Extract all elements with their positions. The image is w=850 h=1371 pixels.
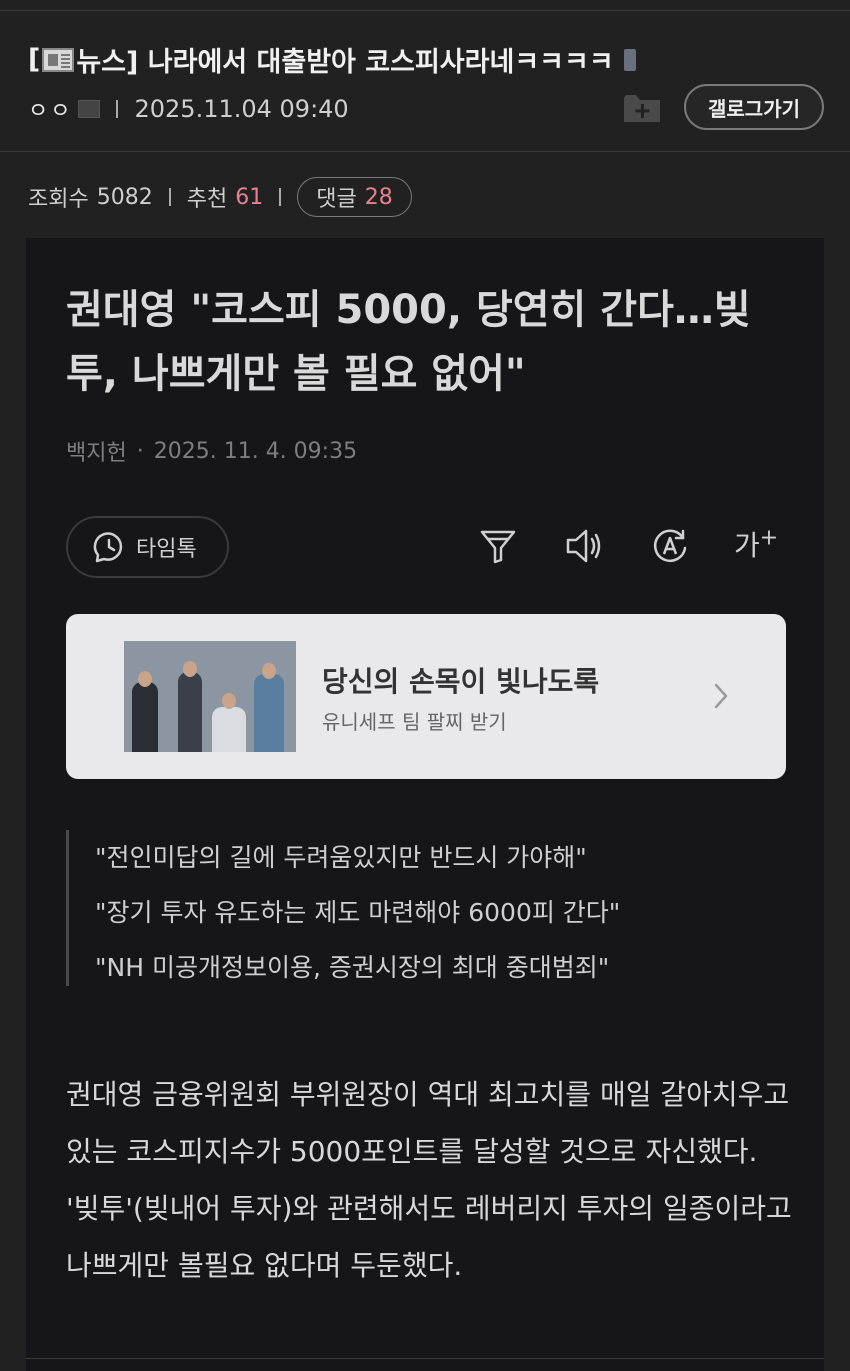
clock-icon [93, 532, 123, 563]
author-badge-icon [78, 100, 101, 118]
reporter-name: 백지헌 [66, 441, 127, 466]
font-size-label: 가 [734, 529, 760, 562]
phone-icon [623, 48, 636, 71]
article-headline: 권대영 "코스피 5000, 당연히 간다…빚투, 나쁘게만 볼 필요 없어" [66, 287, 751, 397]
folder-plus-icon[interactable] [622, 92, 662, 124]
comments-count: 28 [364, 184, 393, 210]
promo-title: 당신의 손목이 빛나도록 [322, 665, 600, 698]
timetalk-label: 타임톡 [136, 537, 197, 562]
chevron-right-icon [714, 683, 728, 709]
article-screenshot: 권대영 "코스피 5000, 당연히 간다…빚투, 나쁘게만 볼 필요 없어" … [26, 238, 824, 1371]
comments-label: 댓글 [316, 187, 357, 212]
gallog-button[interactable]: 갤로그가기 [684, 84, 824, 130]
quote-line: "전인미답의 길에 두려움있지만 반드시 가야해" [95, 843, 587, 872]
promo-banner[interactable]: 당신의 손목이 빛나도록 유니세프 팀 팔찌 받기 [66, 614, 786, 779]
article-byline: 백지헌 · 2025. 11. 4. 09:35 [66, 435, 357, 467]
timetalk-button[interactable]: 타임톡 [66, 516, 229, 578]
title-text: 뉴스] 나라에서 대출받아 코스피사라네ㅋㅋㅋㅋ [76, 47, 614, 78]
author-name[interactable]: ㅇㅇ [28, 93, 72, 125]
quote-line: "장기 투자 유도하는 제도 마련해야 6000피 간다" [95, 898, 621, 927]
meta-separator [116, 100, 119, 118]
font-size-button[interactable]: 가+ [734, 524, 778, 564]
speaker-icon[interactable] [564, 526, 604, 566]
views-label: 조회수 [28, 187, 89, 212]
newspaper-icon [42, 47, 75, 72]
article-summary-quotes: "전인미답의 길에 두려움있지만 반드시 가야해" "장기 투자 유도하는 제도… [66, 830, 786, 986]
article-date: 2025. 11. 4. 09:35 [153, 438, 358, 464]
comments-button[interactable]: 댓글 28 [297, 177, 412, 217]
header-divider [0, 151, 850, 152]
post-datetime: 2025.11.04 09:40 [134, 95, 349, 123]
post-meta: ㅇㅇ 2025.11.04 09:40 [28, 92, 349, 126]
stats-separator [168, 188, 171, 206]
bottom-divider [26, 1358, 824, 1359]
filter-icon[interactable] [478, 526, 518, 566]
quote-line: "NH 미공개정보이용, 증권시장의 최대 중대범죄" [95, 953, 610, 982]
post-title: [ 뉴스] 나라에서 대출받아 코스피사라네ㅋㅋㅋㅋ [28, 40, 828, 79]
promo-subtitle: 유니세프 팀 팔찌 받기 [322, 710, 507, 734]
recommend-count: 61 [235, 184, 264, 210]
title-bracket: [ [28, 44, 41, 75]
auto-translate-icon[interactable] [650, 526, 690, 566]
stats-separator [279, 188, 282, 206]
views-count: 5082 [96, 184, 153, 210]
byline-dot: · [136, 438, 144, 464]
article-body: 권대영 금융위원회 부위원장이 역대 최고치를 매일 갈아치우고 있는 코스피지… [66, 1078, 792, 1282]
post-stats: 조회수 5082 추천 61 댓글 28 [28, 177, 412, 217]
top-divider [0, 10, 850, 11]
plus-icon: + [759, 525, 779, 551]
promo-image [124, 641, 296, 752]
recommend-label: 추천 [186, 187, 228, 212]
